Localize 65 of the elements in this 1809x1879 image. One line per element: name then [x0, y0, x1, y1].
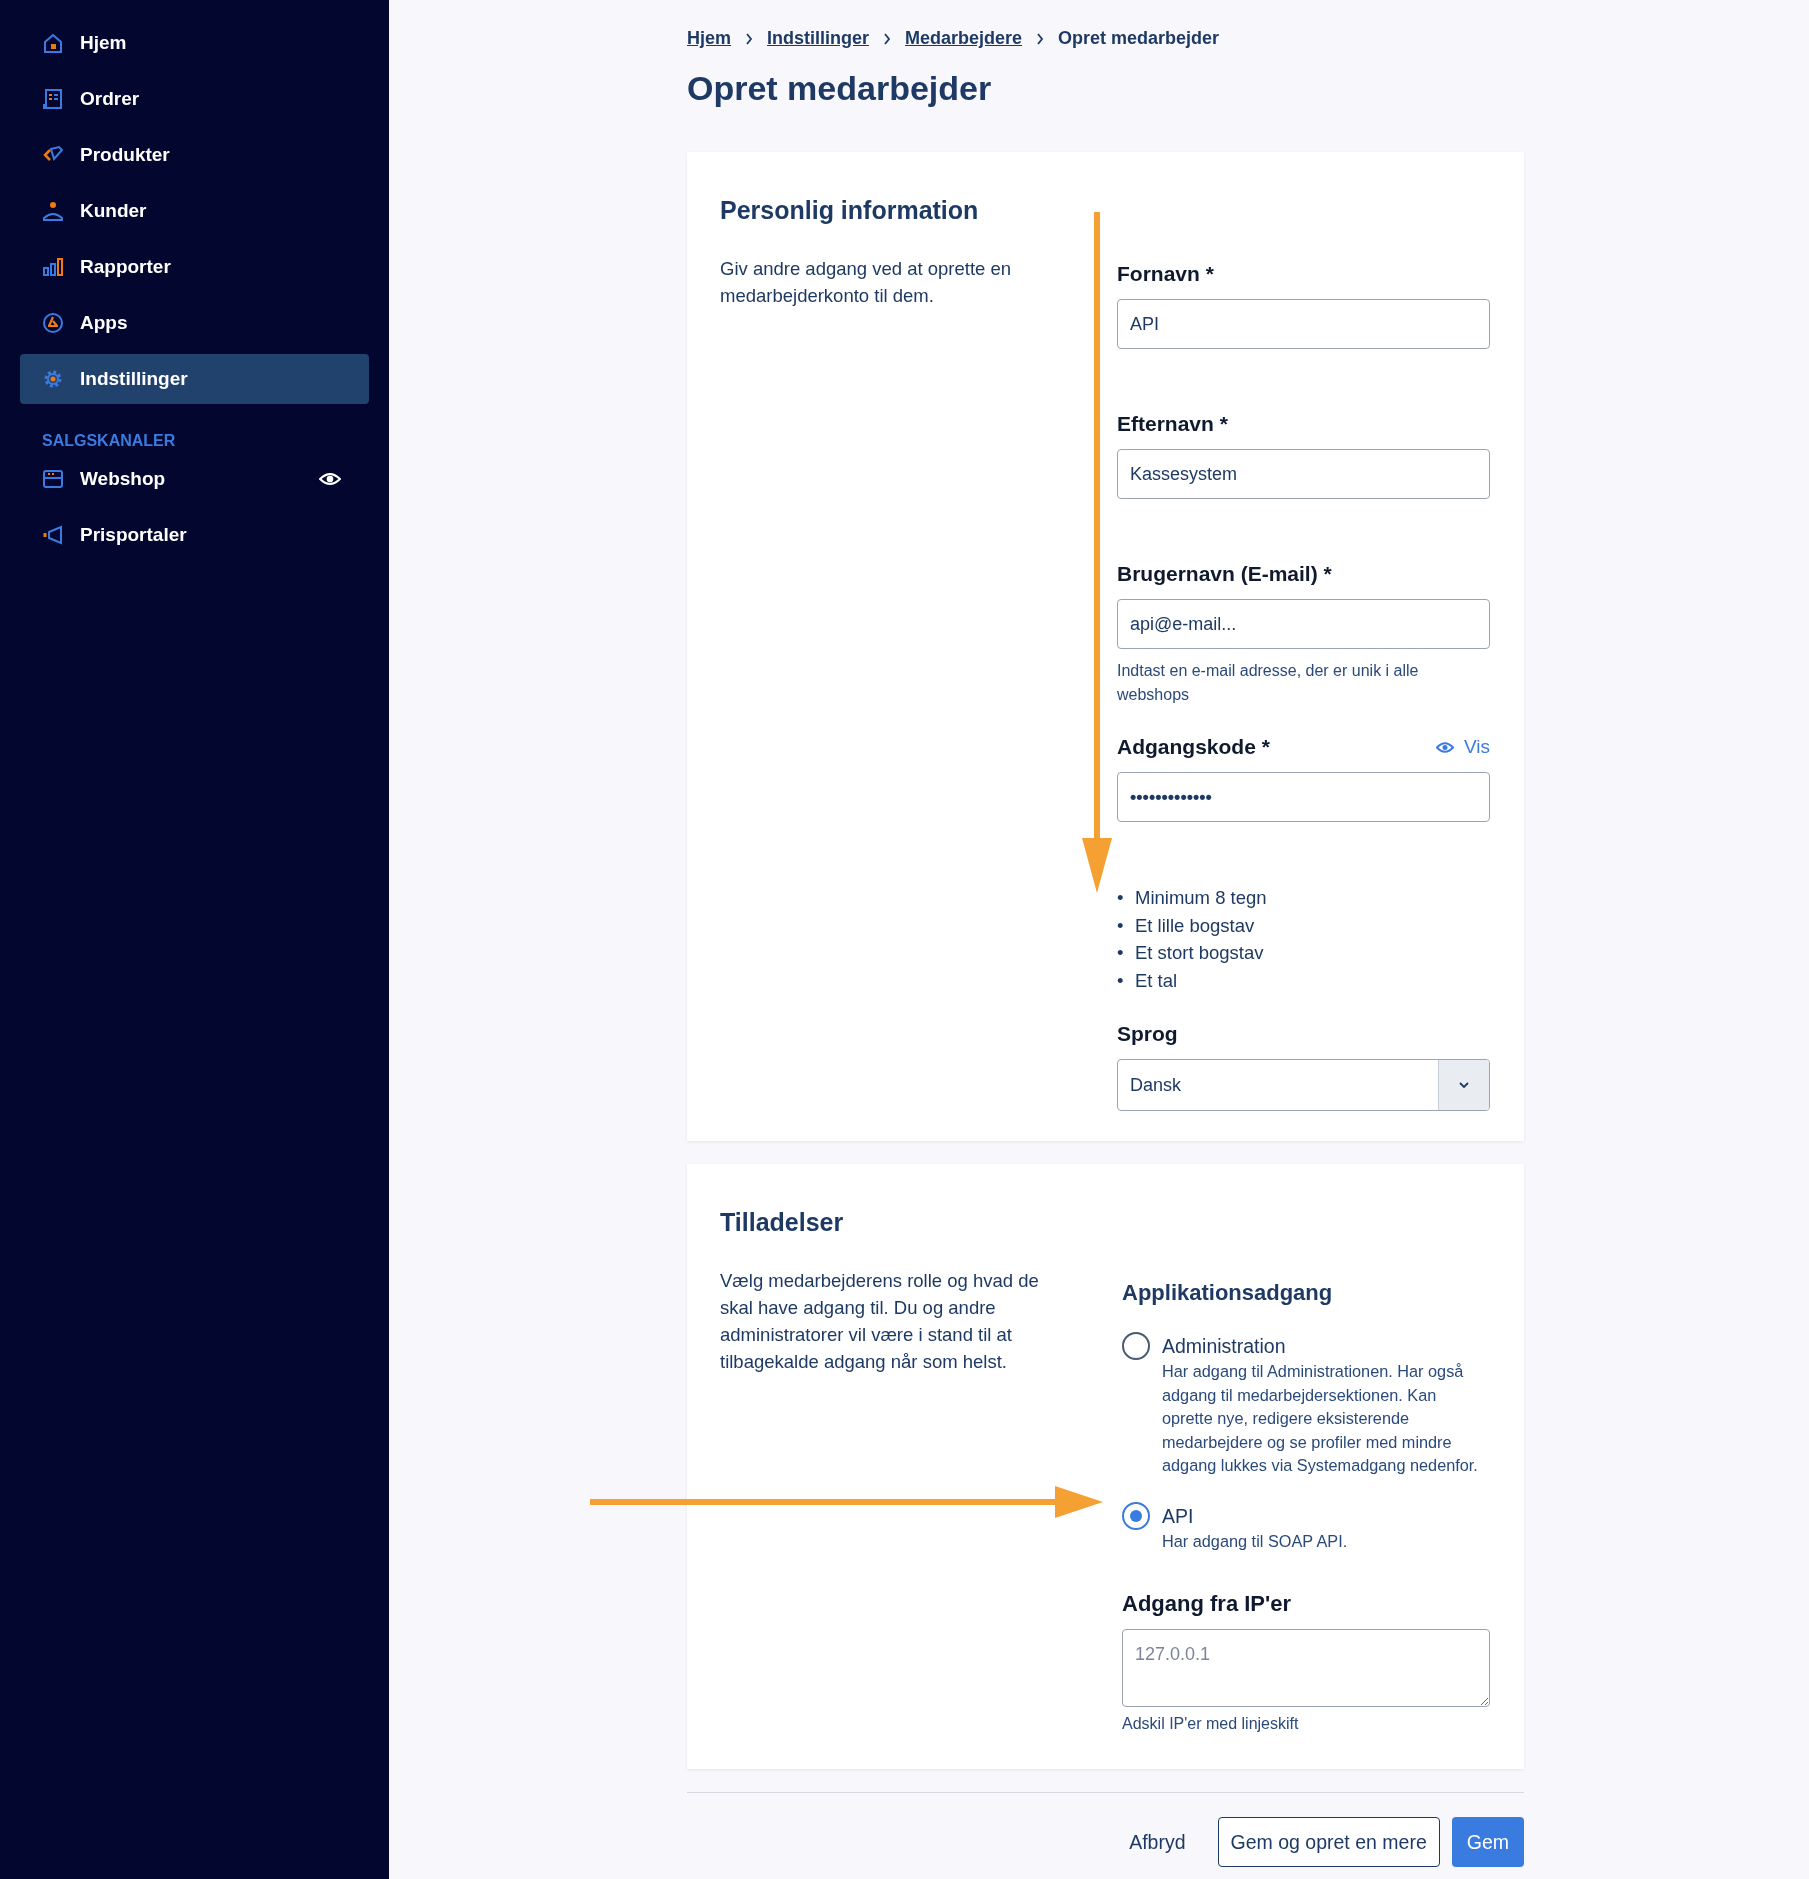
bar-chart-icon: [42, 256, 64, 278]
sidebar-item[interactable]: Apps: [20, 298, 369, 348]
sidebar-item[interactable]: Prisportaler: [20, 510, 369, 560]
input-field[interactable]: api@e-mail...: [1117, 599, 1490, 649]
ip-field[interactable]: 127.0.0.1: [1122, 1629, 1490, 1707]
field-label: Efternavn *: [1117, 412, 1228, 436]
card-title: Personlig information: [720, 196, 980, 225]
store-icon: [42, 468, 64, 490]
save-button[interactable]: Gem: [1451, 1817, 1524, 1867]
megaphone-icon: [42, 524, 64, 546]
person-icon: [42, 200, 64, 222]
bullet: •: [1117, 968, 1125, 993]
password-field[interactable]: •••••••••••••: [1117, 772, 1490, 822]
help-text: Adskil IP'er med linjeskift: [1122, 1715, 1300, 1733]
field-label: Sprog: [1117, 1022, 1178, 1046]
language-dropdown[interactable]: Dansk: [1117, 1059, 1490, 1111]
breadcrumb-link[interactable]: Indstillinger: [767, 28, 870, 49]
chevron-icon: [745, 32, 753, 45]
option-description: Har adgang til Administrationen. Har også adgang til medarbejdersektionen. Kan oprette nye, redigere eksisterende medarbejdere og se profiler med mindre adgang lukkes via Systemadgang nedenfor.: [1162, 1361, 1479, 1476]
show-password-link[interactable]: Vis: [1435, 736, 1490, 758]
field-label: Adgang fra IP'er: [1122, 1591, 1293, 1617]
house-icon: [42, 32, 64, 54]
option-label: Administration: [1162, 1334, 1287, 1359]
field-label: Brugernavn (E-mail) *: [1117, 562, 1332, 586]
sidebar-item[interactable]: Webshop: [20, 454, 369, 504]
radio-button[interactable]: [1122, 1501, 1150, 1530]
page-title: Opret medarbejder: [687, 69, 993, 108]
help-text: Indtast en e-mail adresse, der er unik i alle webshops: [1117, 661, 1420, 705]
card-description: Giv andre adgang ved at oprette en medarbejderkonto til dem.: [720, 257, 1013, 308]
eye-icon: [1435, 740, 1454, 754]
sidebar-item[interactable]: Kunder: [20, 186, 369, 236]
input-field[interactable]: Kassesystem: [1117, 449, 1490, 499]
sidebar-item[interactable]: Indstillinger: [20, 354, 369, 404]
breadcrumb-link[interactable]: Medarbejdere: [905, 28, 1023, 49]
card-title: Tilladelser: [720, 1208, 845, 1237]
radio-button[interactable]: [1122, 1332, 1150, 1360]
field-label: Adgangskode *: [1117, 735, 1270, 759]
password-rule: Minimum 8 tegn: [1135, 886, 1267, 910]
apps-icon: [42, 312, 64, 334]
field-label: Fornavn *: [1117, 262, 1214, 286]
sidebar-item[interactable]: Hjem: [20, 18, 369, 68]
caret-icon: [1458, 1081, 1470, 1089]
breadcrumb-current: Opret medarbejder: [1058, 28, 1220, 49]
bullet: •: [1117, 913, 1125, 938]
sidebar-item[interactable]: Produkter: [20, 130, 369, 180]
save-and-new-button[interactable]: Gem og opret en mere: [1217, 1817, 1440, 1867]
sidebar-item[interactable]: Ordrer: [20, 74, 369, 124]
password-rule: Et lille bogstav: [1135, 913, 1255, 938]
bullet: •: [1117, 886, 1125, 910]
password-rule: Et tal: [1135, 968, 1178, 993]
card-description: Vælg medarbejderens rolle og hvad de skal have adgang til. Du og andre administratorer vil være i stand til at tilbagekalde adgang når som helst.: [720, 1269, 1040, 1374]
input-field[interactable]: API: [1117, 299, 1490, 349]
settings-icon: [42, 368, 64, 390]
chevron-icon: [1036, 32, 1045, 45]
section-title: SALGSKANALER: [41, 431, 177, 451]
section-heading: Applikationsadgang: [1122, 1280, 1334, 1306]
document-icon: [42, 88, 64, 110]
sidebar-item[interactable]: Rapporter: [20, 242, 369, 292]
option-description: Har adgang til SOAP API.: [1162, 1530, 1349, 1552]
cancel-button[interactable]: Afbryd: [1117, 1817, 1198, 1867]
option-label: API: [1162, 1503, 1195, 1529]
chevron-icon: [883, 32, 892, 45]
bullet: •: [1117, 941, 1125, 965]
breadcrumb-link[interactable]: Hjem: [687, 28, 731, 49]
password-rule: Et stort bogstav: [1135, 941, 1264, 965]
